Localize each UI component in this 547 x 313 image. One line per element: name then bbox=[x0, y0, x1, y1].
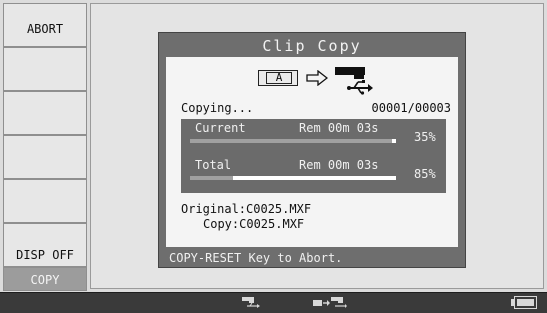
abort-label: ABORT bbox=[26, 22, 64, 36]
current-remaining: Rem 00m 03s bbox=[299, 121, 379, 135]
dialog-content: A Copying... 00001/00003 Current Rem 00m… bbox=[166, 57, 458, 247]
copy-file: Copy:C0025.MXF bbox=[203, 217, 305, 231]
current-progress-fill bbox=[190, 139, 392, 143]
total-progress-fill bbox=[190, 176, 234, 180]
clip-copy-dialog: Clip Copy A Copying... 00001/00003 Curre… bbox=[158, 32, 466, 268]
menu-slot-3[interactable] bbox=[3, 91, 87, 135]
disp-off-button[interactable]: DISP OFF bbox=[3, 223, 87, 267]
current-progress-bar bbox=[190, 139, 396, 143]
total-remaining: Rem 00m 03s bbox=[299, 158, 379, 172]
usb-device-icon bbox=[242, 297, 260, 308]
slot-label: A bbox=[266, 72, 292, 84]
copy-button[interactable]: COPY bbox=[3, 267, 87, 291]
abort-button[interactable]: ABORT bbox=[3, 3, 87, 47]
status-bar bbox=[0, 292, 547, 313]
menu-slot-2[interactable] bbox=[3, 47, 87, 91]
dialog-title: Clip Copy bbox=[262, 37, 362, 55]
side-menu: ABORT DISP OFF COPY bbox=[3, 3, 89, 291]
status-text: Copying... bbox=[181, 101, 254, 115]
usb-drive-icon bbox=[335, 67, 373, 95]
abort-hint: COPY-RESET Key to Abort. bbox=[169, 251, 343, 265]
progress-panel: Current Rem 00m 03s 35% Total Rem 00m 03… bbox=[181, 119, 446, 193]
clip-counter: 00001/00003 bbox=[371, 101, 451, 115]
card-to-usb-icon bbox=[313, 297, 347, 308]
total-percent: 85% bbox=[414, 167, 436, 181]
memory-card-icon: A bbox=[258, 70, 298, 86]
current-label: Current bbox=[195, 121, 246, 135]
battery-icon bbox=[511, 296, 537, 309]
menu-slot-5[interactable] bbox=[3, 179, 87, 223]
menu-slot-4[interactable] bbox=[3, 135, 87, 179]
disp-off-label: DISP OFF bbox=[16, 248, 74, 262]
status-bar-divider bbox=[0, 292, 547, 293]
total-label: Total bbox=[195, 158, 232, 172]
transfer-diagram: A bbox=[258, 67, 374, 95]
original-file: Original:C0025.MXF bbox=[181, 202, 312, 216]
right-arrow-icon bbox=[306, 70, 328, 86]
camera-menu-screen: ABORT DISP OFF COPY Clip Copy A Copying.… bbox=[0, 0, 547, 313]
copy-label: COPY bbox=[30, 273, 60, 287]
copy-status-row: Copying... 00001/00003 bbox=[181, 101, 451, 115]
current-percent: 35% bbox=[414, 130, 436, 144]
total-progress-bar bbox=[190, 176, 396, 180]
